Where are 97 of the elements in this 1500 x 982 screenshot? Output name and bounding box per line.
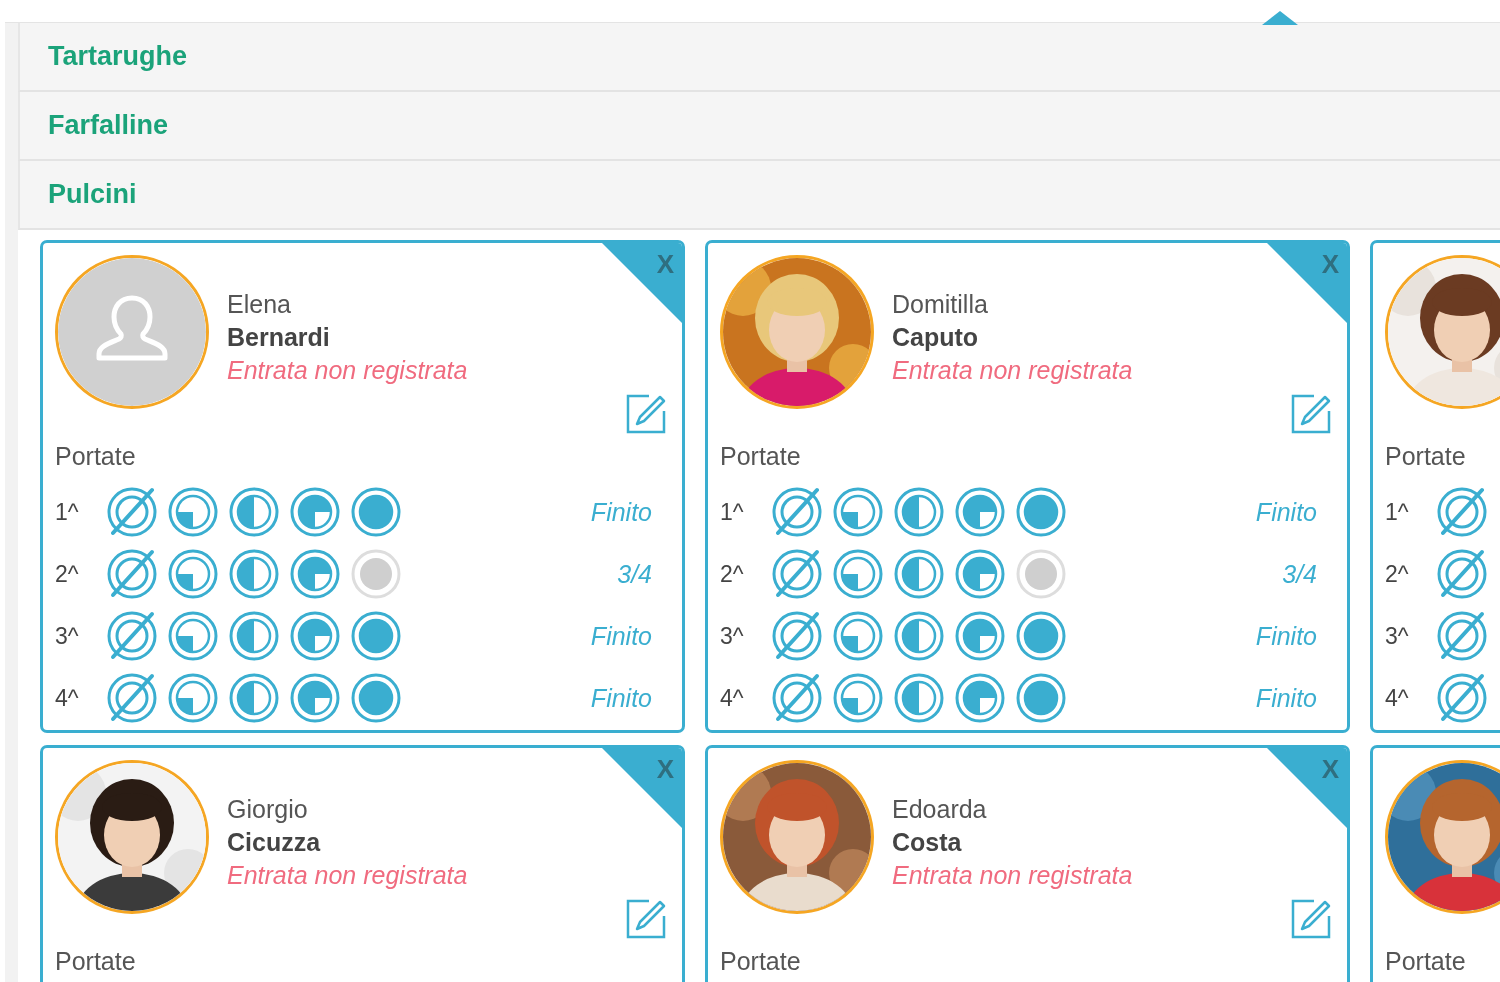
- half-portion-icon[interactable]: [229, 611, 279, 661]
- course-status: Finito: [1255, 683, 1317, 713]
- three-quarter-portion-icon[interactable]: [955, 673, 1005, 723]
- half-portion-icon[interactable]: [229, 673, 279, 723]
- full-portion-icon[interactable]: [1016, 673, 1066, 723]
- remove-corner[interactable]: X: [602, 748, 682, 828]
- course-label: 3^: [1385, 622, 1410, 650]
- remove-corner[interactable]: X: [602, 243, 682, 323]
- courses-label: Portate: [720, 947, 802, 976]
- edit-icon[interactable]: [625, 393, 667, 435]
- last-name: Cicuzza: [227, 827, 322, 858]
- none-portion-icon[interactable]: [772, 487, 822, 537]
- full-portion-icon[interactable]: [351, 611, 401, 661]
- edit-icon[interactable]: [625, 898, 667, 940]
- quarter-portion-icon[interactable]: [168, 487, 218, 537]
- none-portion-icon[interactable]: [772, 611, 822, 661]
- course-label: 2^: [1385, 560, 1410, 588]
- three-quarter-portion-icon[interactable]: [955, 549, 1005, 599]
- none-portion-icon[interactable]: [1437, 549, 1487, 599]
- group-header[interactable]: Tartarughe: [18, 23, 1500, 92]
- last-name: Caputo: [892, 322, 980, 353]
- course-label: 1^: [720, 498, 745, 526]
- entry-status: Entrata non registrata: [892, 860, 1133, 891]
- last-name: Costa: [892, 827, 963, 858]
- none-portion-icon[interactable]: [107, 487, 157, 537]
- none-portion-icon[interactable]: [1437, 611, 1487, 661]
- group-header[interactable]: Pulcini: [18, 161, 1500, 230]
- none-portion-icon[interactable]: [1437, 487, 1487, 537]
- quarter-portion-icon[interactable]: [833, 549, 883, 599]
- courses-label: Portate: [720, 442, 802, 471]
- full-portion-icon[interactable]: [1016, 611, 1066, 661]
- course-label: 2^: [720, 560, 745, 588]
- half-portion-icon[interactable]: [894, 673, 944, 723]
- entry-status: Entrata non registrata: [227, 860, 468, 891]
- entry-status: Entrata non registrata: [227, 355, 468, 386]
- three-quarter-portion-icon[interactable]: [290, 611, 340, 661]
- full-portion-icon[interactable]: [351, 673, 401, 723]
- close-label[interactable]: X: [656, 249, 674, 280]
- none-portion-icon[interactable]: [107, 673, 157, 723]
- courses-label: Portate: [55, 947, 137, 976]
- quarter-portion-icon[interactable]: [168, 549, 218, 599]
- edit-icon[interactable]: [1290, 393, 1332, 435]
- close-label[interactable]: X: [656, 754, 674, 785]
- course-label: 1^: [55, 498, 80, 526]
- course-status: Finito: [1255, 497, 1317, 527]
- half-portion-icon[interactable]: [229, 487, 279, 537]
- three-quarter-portion-icon[interactable]: [290, 673, 340, 723]
- entry-status: Entrata non registrata: [892, 355, 1133, 386]
- edit-icon[interactable]: [1290, 898, 1332, 940]
- course-status: Finito: [590, 683, 652, 713]
- pointer-arrow: [1262, 11, 1298, 25]
- course-label: 4^: [1385, 684, 1410, 712]
- none-portion-icon[interactable]: [772, 549, 822, 599]
- course-status: 3/4: [617, 559, 652, 589]
- first-name: Giorgio: [227, 794, 309, 825]
- course-status: Finito: [590, 621, 652, 651]
- none-portion-icon[interactable]: [107, 549, 157, 599]
- none-portion-icon[interactable]: [107, 611, 157, 661]
- first-name: Elena: [227, 289, 292, 320]
- first-name: Domitilla: [892, 289, 989, 320]
- course-label: 2^: [55, 560, 80, 588]
- course-label: 1^: [1385, 498, 1410, 526]
- full-portion-icon[interactable]: [351, 487, 401, 537]
- close-label[interactable]: X: [1321, 754, 1339, 785]
- quarter-portion-icon[interactable]: [168, 673, 218, 723]
- course-status: Finito: [1255, 621, 1317, 651]
- three-quarter-portion-icon[interactable]: [955, 487, 1005, 537]
- quarter-portion-icon[interactable]: [168, 611, 218, 661]
- quarter-portion-icon[interactable]: [833, 611, 883, 661]
- course-label: 3^: [720, 622, 745, 650]
- half-portion-icon[interactable]: [229, 549, 279, 599]
- last-name: Bernardi: [227, 322, 331, 353]
- course-label: 3^: [55, 622, 80, 650]
- close-label[interactable]: X: [1321, 249, 1339, 280]
- courses-label: Portate: [1385, 442, 1467, 471]
- courses-label: Portate: [1385, 947, 1467, 976]
- remove-corner[interactable]: X: [1267, 748, 1347, 828]
- half-portion-icon[interactable]: [894, 487, 944, 537]
- avatar-placeholder-icon: [58, 258, 206, 406]
- course-status: 3/4: [1282, 559, 1317, 589]
- courses-label: Portate: [55, 442, 137, 471]
- first-name: Edoarda: [892, 794, 988, 825]
- three-quarter-portion-icon[interactable]: [955, 611, 1005, 661]
- half-portion-icon[interactable]: [894, 611, 944, 661]
- remove-corner[interactable]: X: [1267, 243, 1347, 323]
- none-portion-icon[interactable]: [1437, 673, 1487, 723]
- course-status: Finito: [590, 497, 652, 527]
- group-header[interactable]: Farfalline: [18, 92, 1500, 161]
- quarter-portion-icon[interactable]: [833, 487, 883, 537]
- quarter-portion-icon[interactable]: [833, 673, 883, 723]
- three-quarter-portion-icon[interactable]: [290, 487, 340, 537]
- none-portion-icon[interactable]: [772, 673, 822, 723]
- three-quarter-portion-icon[interactable]: [290, 549, 340, 599]
- course-label: 4^: [55, 684, 80, 712]
- full-portion-icon[interactable]: [1016, 487, 1066, 537]
- half-portion-icon[interactable]: [894, 549, 944, 599]
- course-label: 4^: [720, 684, 745, 712]
